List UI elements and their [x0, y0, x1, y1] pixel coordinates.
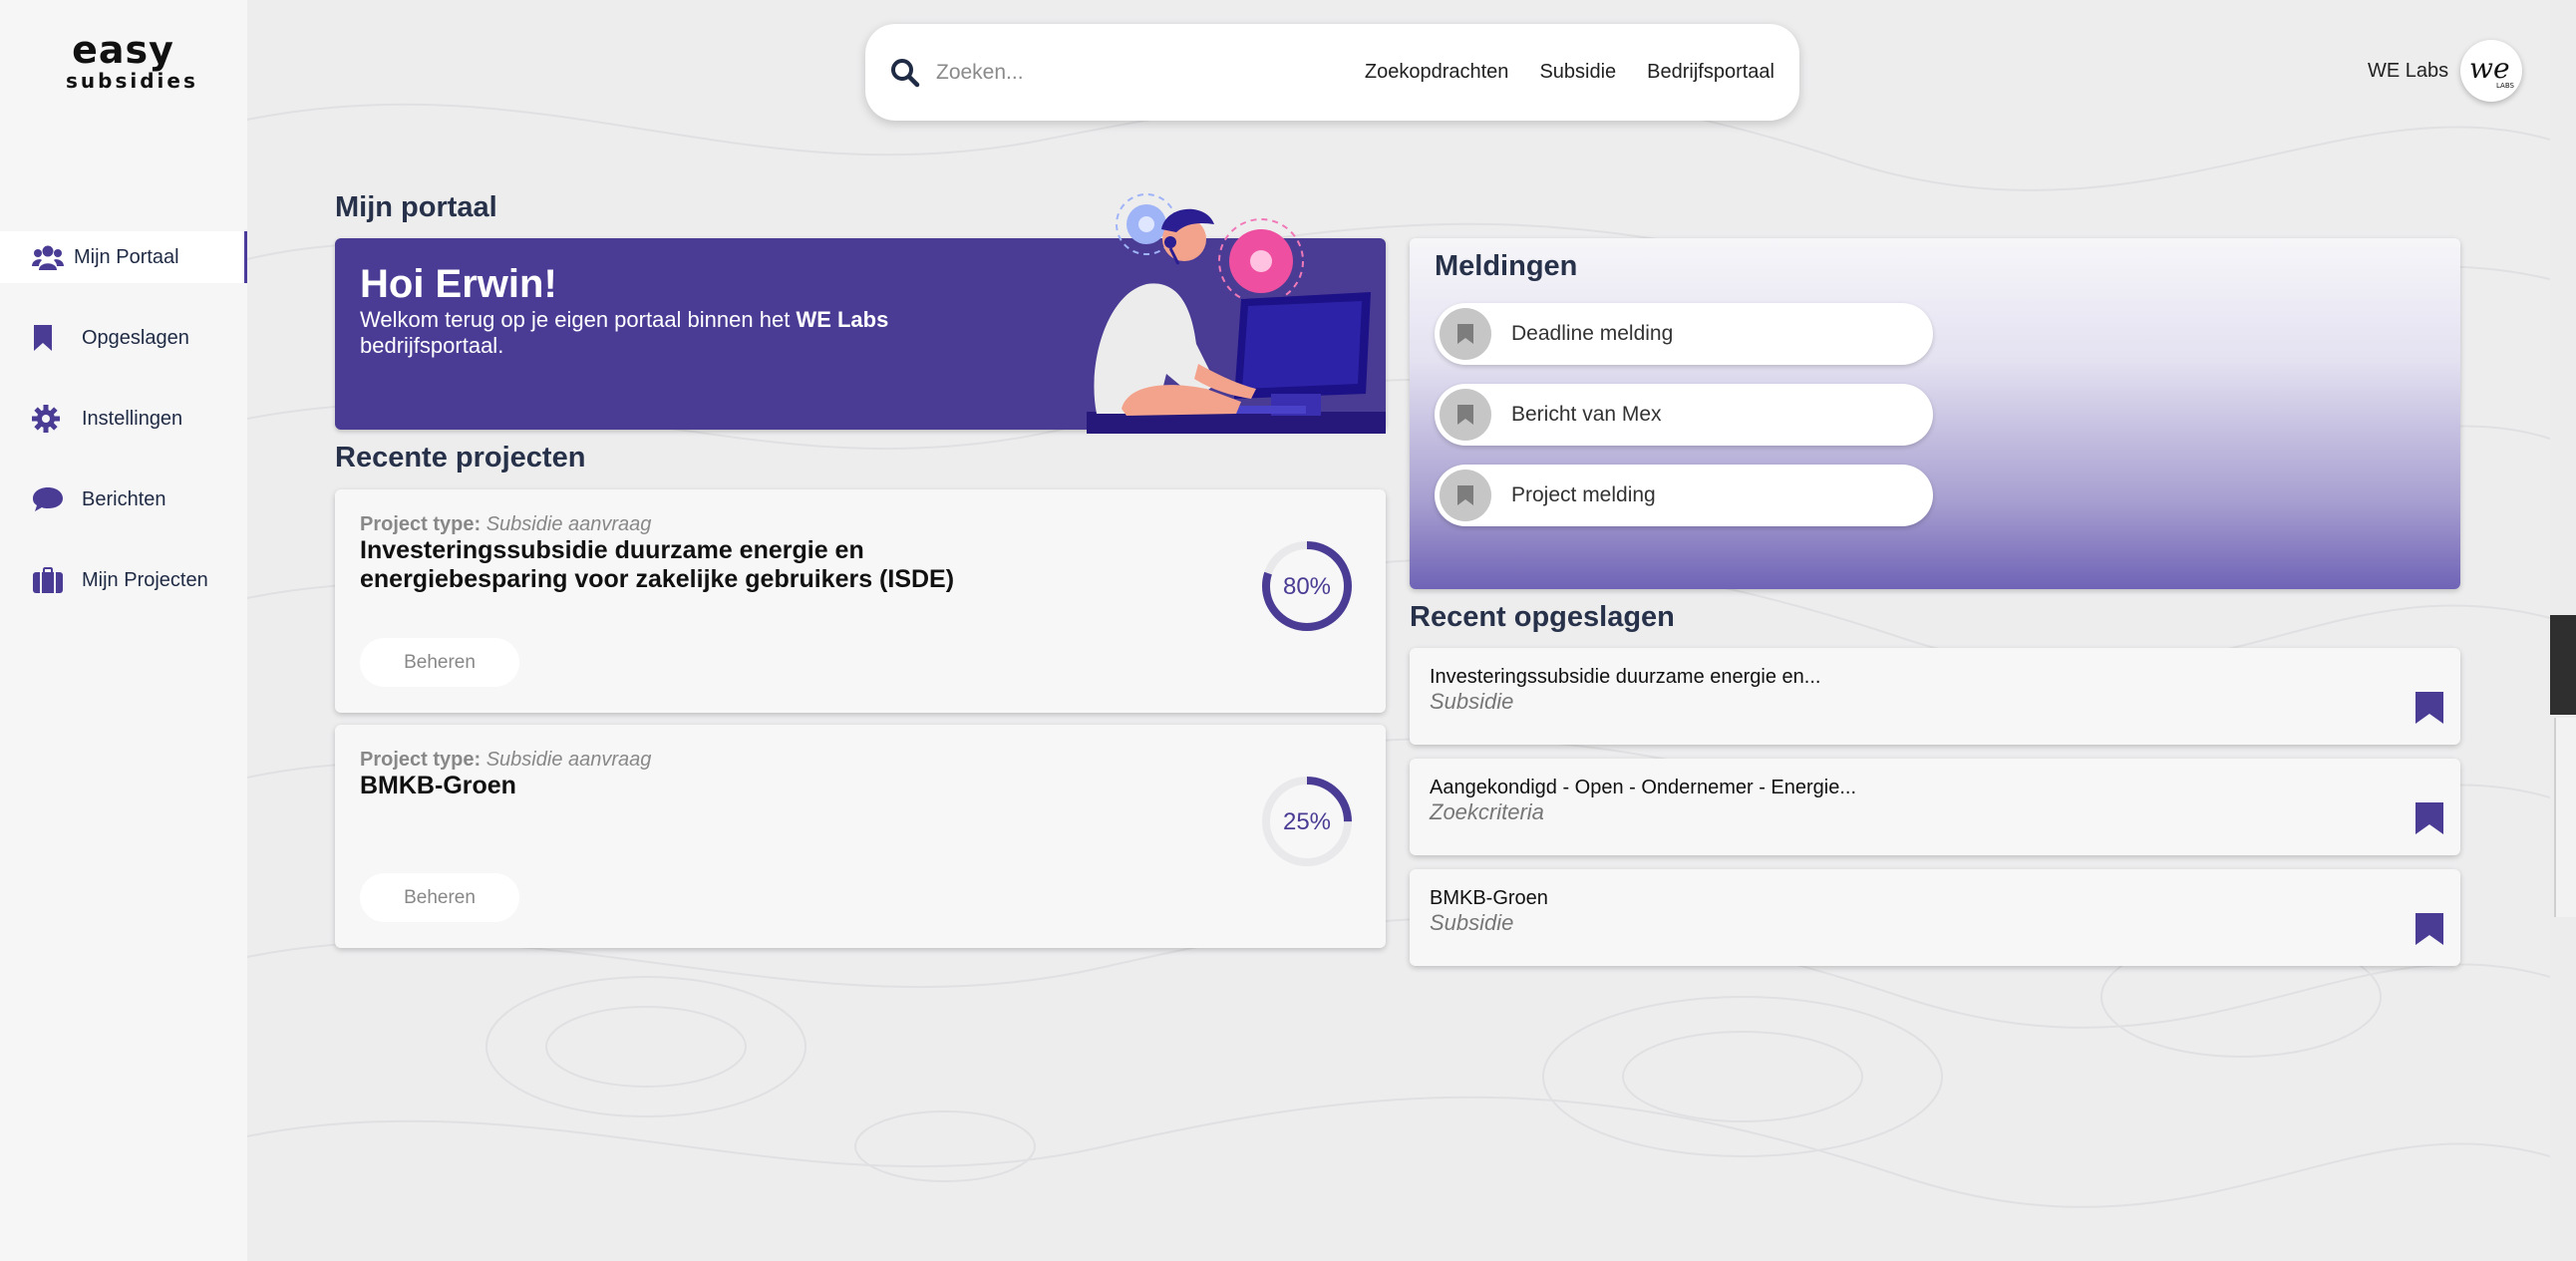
svg-text:we: we [2469, 52, 2510, 85]
avatar[interactable]: we LABS [2460, 40, 2523, 102]
saved-item-type: Subsidie [1430, 689, 1514, 714]
search-input[interactable] [934, 59, 1317, 86]
app-logo[interactable]: easy subsidies [66, 28, 198, 93]
progress-label: 25% [1283, 808, 1331, 835]
search-icon[interactable] [890, 58, 920, 88]
logo-line2: subsidies [66, 69, 198, 93]
we-labs-logo-icon: we LABS [2469, 52, 2515, 90]
sidebar: easy subsidies Mijn Portaal Opgeslagen I… [0, 0, 247, 1261]
saved-item-type: Zoekcriteria [1430, 799, 1544, 824]
bookmark-icon[interactable] [2415, 691, 2444, 725]
bookmark-icon[interactable] [2415, 912, 2444, 946]
saved-item[interactable]: Investeringssubsidie duurzame energie en… [1410, 648, 2460, 745]
sidebar-item-label: Berichten [82, 487, 166, 510]
support-agent-illustration [1087, 193, 1386, 434]
bookmark-icon [1440, 308, 1491, 360]
saved-item-title: BMKB-Groen [1430, 887, 1548, 909]
bookmark-icon [32, 323, 68, 353]
sidebar-item-label: Opgeslagen [82, 326, 189, 349]
sidebar-item-opgeslagen[interactable]: Opgeslagen [0, 312, 247, 364]
link-subsidie[interactable]: Subsidie [1539, 61, 1616, 84]
recent-projects-title: Recente projecten [335, 442, 586, 473]
sidebar-item-label: Mijn Projecten [82, 568, 208, 591]
search-bar: Zoekopdrachten Subsidie Bedrijfsportaal [865, 24, 1799, 121]
notification-label: Deadline melding [1511, 322, 1674, 345]
progress-ring: 80% [1262, 541, 1352, 631]
gear-icon [32, 404, 68, 434]
sidebar-item-mijn-portaal[interactable]: Mijn Portaal [0, 231, 247, 283]
overlay-panel [2550, 615, 2576, 715]
progress-label: 80% [1283, 573, 1331, 600]
users-icon [32, 242, 68, 272]
greeting: Hoi Erwin! [360, 262, 557, 306]
manage-button[interactable]: Beheren [360, 638, 519, 687]
bookmark-icon [1440, 470, 1491, 521]
logo-line1: easy [72, 28, 174, 72]
bookmark-icon [1440, 389, 1491, 441]
sidebar-nav: Mijn Portaal Opgeslagen Instellingen Ber… [0, 231, 247, 635]
sidebar-item-label: Mijn Portaal [74, 245, 179, 268]
saved-item-type: Subsidie [1430, 910, 1514, 935]
manage-button[interactable]: Beheren [360, 873, 519, 922]
chat-bubble-icon [32, 484, 68, 514]
recent-saved-title: Recent opgeslagen [1410, 601, 1675, 633]
project-title: BMKB-Groen [360, 772, 516, 799]
project-type: Project type: Subsidie aanvraag [360, 749, 652, 771]
overlay-panel [2554, 718, 2576, 917]
project-title: Investeringssubsidie duurzame energie en… [360, 536, 955, 593]
notifications-title: Meldingen [1435, 250, 1578, 282]
sidebar-item-label: Instellingen [82, 407, 183, 430]
link-zoekopdrachten[interactable]: Zoekopdrachten [1365, 61, 1509, 84]
saved-item-title: Investeringssubsidie duurzame energie en… [1430, 666, 1821, 688]
svg-text:LABS: LABS [2496, 82, 2515, 90]
notifications-panel: Meldingen Deadline melding Bericht van M… [1410, 238, 2460, 589]
notification-item[interactable]: Project melding [1435, 465, 1933, 526]
top-nav-links: Zoekopdrachten Subsidie Bedrijfsportaal [1365, 61, 1774, 84]
saved-item[interactable]: BMKB-Groen Subsidie [1410, 869, 2460, 966]
link-bedrijfsportaal[interactable]: Bedrijfsportaal [1647, 61, 1774, 84]
sidebar-item-berichten[interactable]: Berichten [0, 473, 247, 525]
notification-label: Project melding [1511, 483, 1656, 506]
notification-item[interactable]: Deadline melding [1435, 303, 1933, 365]
portal-title: Mijn portaal [335, 191, 497, 223]
progress-ring: 25% [1262, 777, 1352, 866]
user-name: WE Labs [2368, 59, 2449, 82]
project-type: Project type: Subsidie aanvraag [360, 513, 652, 535]
notification-item[interactable]: Bericht van Mex [1435, 384, 1933, 446]
briefcase-icon [32, 565, 68, 595]
project-card: Project type: Subsidie aanvraag BMKB-Gro… [335, 725, 1386, 948]
bookmark-icon[interactable] [2415, 801, 2444, 835]
welcome-text: Welkom terug op je eigen portaal binnen … [360, 307, 889, 358]
sidebar-item-instellingen[interactable]: Instellingen [0, 393, 247, 445]
project-card: Project type: Subsidie aanvraag Invester… [335, 489, 1386, 713]
notification-label: Bericht van Mex [1511, 403, 1662, 426]
saved-item-title: Aangekondigd - Open - Ondernemer - Energ… [1430, 777, 1857, 798]
saved-item[interactable]: Aangekondigd - Open - Ondernemer - Energ… [1410, 759, 2460, 855]
user-menu[interactable]: WE Labs we LABS [2368, 40, 2523, 102]
sidebar-item-mijn-projecten[interactable]: Mijn Projecten [0, 554, 247, 606]
